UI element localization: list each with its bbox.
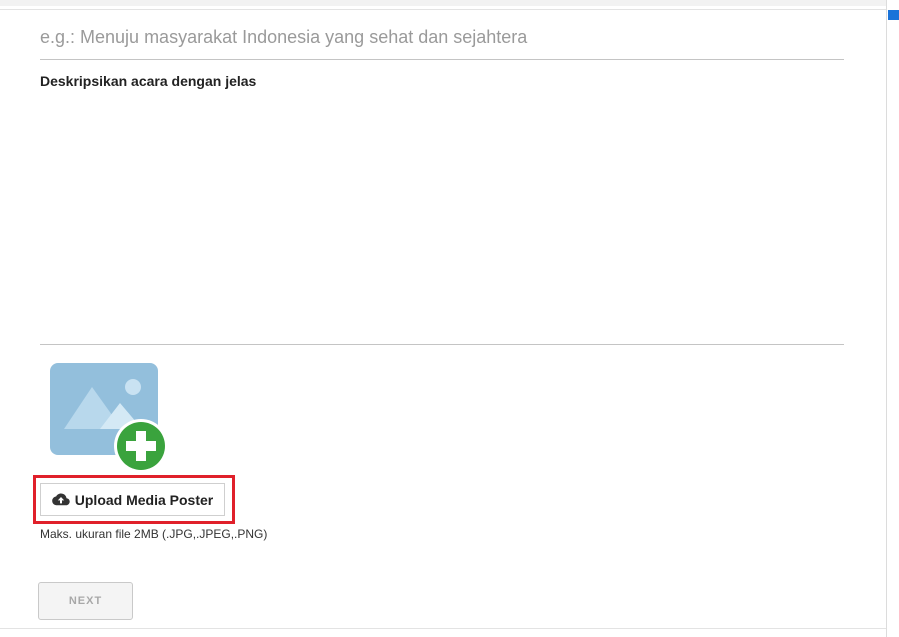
upload-button-label: Upload Media Poster: [74, 491, 214, 508]
event-form-page: Deskripsikan acara dengan jelas Upload M…: [0, 0, 899, 637]
image-add-icon[interactable]: [50, 363, 170, 475]
upload-media-poster-button[interactable]: Upload Media Poster: [40, 483, 225, 516]
description-underline: [40, 344, 844, 345]
description-textarea[interactable]: [40, 96, 844, 340]
next-button[interactable]: NEXT: [38, 582, 133, 620]
scrollbar-track[interactable]: [886, 0, 899, 637]
description-label: Deskripsikan acara dengan jelas: [40, 73, 257, 89]
event-title-input[interactable]: [40, 22, 844, 52]
title-underline: [40, 59, 844, 60]
top-divider: [0, 9, 886, 10]
cloud-upload-icon: [51, 493, 70, 507]
bottom-divider: [0, 628, 886, 629]
file-size-note: Maks. ukuran file 2MB (.JPG,.JPEG,.PNG): [40, 527, 268, 541]
top-strip: [0, 0, 886, 6]
scrollbar-thumb[interactable]: [888, 10, 899, 20]
